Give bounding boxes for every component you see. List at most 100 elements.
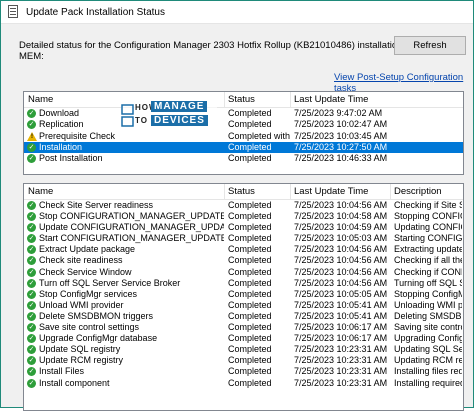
watermark-to: TO <box>135 116 148 125</box>
column-header-time[interactable]: Last Update Time <box>294 186 368 197</box>
detail-row[interactable]: ✓ Install component Completed 7/25/2023 10:… <box>24 378 463 389</box>
detail-description: Upgrading ConfigM <box>394 333 462 344</box>
detail-description: Stopping ConfigMg <box>394 288 462 299</box>
check-icon: ✓ <box>27 201 36 210</box>
detail-row[interactable]: ✓ Turn off SQL Server Service Broker Compl… <box>24 278 463 289</box>
detail-name: Delete SMSDBMON triggers <box>39 310 154 321</box>
detail-time: 7/25/2023 10:23:31 AM <box>294 366 388 377</box>
detail-name: Extract Update package <box>39 244 136 255</box>
stage-status: Completed <box>228 108 272 118</box>
detail-description: Installing required c <box>394 377 462 388</box>
detail-row[interactable]: ✓ Upgrade ConfigMgr database Completed 7/25… <box>24 333 463 344</box>
detail-name: Upgrade ConfigMgr database <box>39 333 158 344</box>
check-icon: ✓ <box>27 345 36 355</box>
detail-time: 7/25/2023 10:04:56 AM <box>294 277 388 288</box>
refresh-button[interactable]: Refresh <box>394 36 466 55</box>
detail-row[interactable]: ✓ Unload WMI provider Completed 7/25/2023 1… <box>24 300 463 311</box>
detail-time: 7/25/2023 10:04:59 AM <box>294 222 388 233</box>
column-header-name[interactable]: Name <box>28 186 53 197</box>
column-header-status[interactable]: Status <box>228 94 255 105</box>
check-icon: ✓ <box>27 300 36 310</box>
check-icon: ✓ <box>27 109 36 118</box>
stage-time: 7/25/2023 10:03:45 AM <box>294 130 388 141</box>
check-icon: ✓ <box>27 278 36 288</box>
detail-status: Completed <box>228 355 272 366</box>
detail-status: Completed <box>228 299 272 310</box>
detail-time: 7/25/2023 10:04:56 AM <box>294 255 388 266</box>
stage-row-post-installation[interactable]: ✓ Post Installation Completed 7/25/2023 … <box>24 153 463 164</box>
detail-status: Completed <box>228 310 272 321</box>
detail-time: 7/25/2023 10:04:56 AM <box>294 266 388 277</box>
stage-status: Completed <box>228 119 272 130</box>
detail-name: Update CONFIGURATION_MANAGER_UPDATE serv… <box>39 222 224 233</box>
detail-row[interactable]: ✓ Save site control settings Completed 7/25… <box>24 322 463 333</box>
detail-row[interactable]: ✓Start CONFIGURATION_MANAGER_UPDATE serv… <box>24 233 463 244</box>
check-icon: ✓ <box>27 289 36 299</box>
column-header-time[interactable]: Last Update Time <box>294 94 368 105</box>
detail-name: Install Files <box>39 366 85 377</box>
column-header-status[interactable]: Status <box>228 186 255 197</box>
check-icon: ✓ <box>27 256 36 266</box>
detail-description: Checking if all the <box>394 255 462 266</box>
detail-row[interactable]: ✓ Check Service Window Completed 7/25/2023 … <box>24 267 463 278</box>
detail-status: Completed <box>228 244 272 255</box>
detail-row[interactable]: ✓ Update SQL registry Completed 7/25/2023 1… <box>24 344 463 355</box>
check-icon: ✓ <box>27 142 36 152</box>
detail-time: 7/25/2023 10:06:17 AM <box>294 333 388 344</box>
detail-name: Save site control settings <box>39 322 140 333</box>
detail-row[interactable]: ✓ Delete SMSDBMON triggers Completed 7/25/2… <box>24 311 463 322</box>
stage-status: Completed <box>228 141 272 152</box>
stage-row-replication[interactable]: ✓ Replication Completed 7/25/2023 10:02:… <box>24 119 463 130</box>
check-icon: ✓ <box>27 378 36 388</box>
detail-time: 7/25/2023 10:06:17 AM <box>294 322 388 333</box>
detail-description: Turning off SQL S <box>394 277 462 288</box>
detail-description: Checking if CONFI <box>394 266 462 277</box>
detail-row[interactable]: ✓ Check site readiness Completed 7/25/2023 … <box>24 255 463 266</box>
detail-name: Update RCM registry <box>39 355 124 366</box>
howtomanagedevices-watermark: HOW TO MANAGE DEVICES <box>121 101 217 133</box>
detail-row[interactable]: ✓ Extract Update package Completed 7/25/202… <box>24 244 463 255</box>
column-header-description[interactable]: Description <box>394 186 442 197</box>
check-icon: ✓ <box>27 154 36 164</box>
detail-description: Unloading WMI pr <box>394 299 462 310</box>
column-header-name[interactable]: Name <box>28 94 53 105</box>
stage-status: Completed <box>228 153 272 164</box>
stage-time: 7/25/2023 10:46:33 AM <box>294 153 388 164</box>
stage-time: 7/25/2023 10:02:47 AM <box>294 119 388 130</box>
watermark-devices: DEVICES <box>151 115 208 126</box>
check-icon: ✓ <box>27 245 36 255</box>
detail-name: Update SQL registry <box>39 344 121 355</box>
detail-time: 7/25/2023 10:04:56 AM <box>294 200 388 210</box>
detail-name: Install component <box>39 377 110 388</box>
detail-status: Completed <box>228 233 272 244</box>
detail-description: Updating SQL Serv <box>394 344 462 355</box>
stage-row-prerequisite-check[interactable]: ! Prerequisite Check Completed with ... … <box>24 131 463 142</box>
detail-name: Stop CONFIGURATION_MANAGER_UPDATE servic… <box>39 211 224 222</box>
stage-name: Post Installation <box>39 153 103 164</box>
detail-time: 7/25/2023 10:23:31 AM <box>294 377 388 388</box>
details-list[interactable]: Name Status Last Update Time Description… <box>23 183 464 411</box>
detail-description: Updating RCM regi <box>394 355 462 366</box>
detail-status: Completed <box>228 322 272 333</box>
update-status-window: Update Pack Installation Status Detailed… <box>0 0 474 411</box>
app-icon <box>6 5 20 19</box>
detail-row[interactable]: ✓ Install Files Completed 7/25/2023 10:23:3… <box>24 366 463 377</box>
check-icon: ✓ <box>27 120 36 130</box>
detail-row[interactable]: ✓ Update RCM registry Completed 7/25/2023 1… <box>24 355 463 366</box>
detail-description: Checking if Site S <box>394 200 462 210</box>
stage-row-installation[interactable]: ✓ Installation Completed 7/25/2023 10:27… <box>24 141 463 154</box>
detail-row[interactable]: ✓ Check Site Server readiness Completed 7/2… <box>24 200 463 211</box>
detail-description: Stopping CONFIG <box>394 211 462 222</box>
detail-row[interactable]: ✓ Stop ConfigMgr services Completed 7/25/20… <box>24 289 463 300</box>
details-header: Name Status Last Update Time Description <box>24 184 463 200</box>
stages-list[interactable]: Name Status Last Update Time ✓ Download … <box>23 91 464 175</box>
detail-name: Start CONFIGURATION_MANAGER_UPDATE servi… <box>39 233 224 244</box>
detail-row[interactable]: ✓Stop CONFIGURATION_MANAGER_UPDATE servi… <box>24 211 463 222</box>
detail-time: 7/25/2023 10:04:58 AM <box>294 211 388 222</box>
detail-row[interactable]: ✓Update CONFIGURATION_MANAGER_UPDATE ser… <box>24 222 463 233</box>
detail-status: Completed <box>228 288 272 299</box>
stage-time: 7/25/2023 9:47:02 AM <box>294 108 383 118</box>
detail-description: Deleting SMSDBM <box>394 310 462 321</box>
detail-status: Completed <box>228 344 272 355</box>
stage-row-download[interactable]: ✓ Download Completed 7/25/2023 9:47:02 A… <box>24 108 463 119</box>
